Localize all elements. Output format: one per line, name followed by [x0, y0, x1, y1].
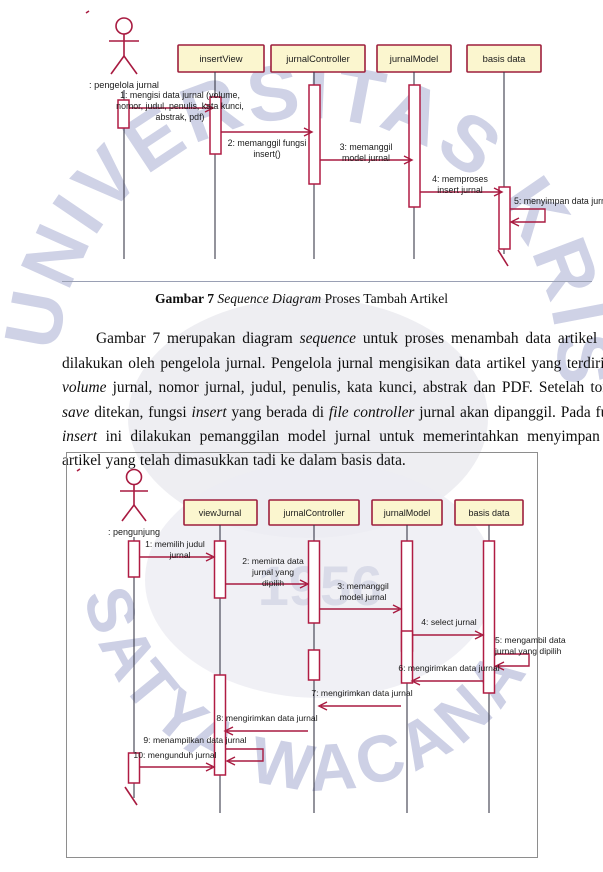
message-4: 4: memproses insert jurnal — [420, 174, 504, 197]
message-label-line2: model jurnal — [342, 153, 390, 163]
message-label-line2: jurnal yang — [251, 567, 294, 577]
message-label-line1: 6: mengirimkan data jurnal — [398, 663, 499, 673]
participant-jurnalModel: jurnalModel — [371, 499, 443, 526]
participant-insertView: insertView — [177, 44, 265, 73]
message-label-line1: 7: mengirimkan data jurnal — [311, 688, 412, 698]
message-label-line2: insert() — [253, 149, 280, 159]
message-label-line1: 2: memanggil fungsi — [228, 138, 307, 148]
message-label-line2: jurnal — [168, 550, 190, 560]
message-2: 2: memanggil fungsi insert() — [221, 127, 314, 159]
message-8: 8: mengirimkan data jurnal — [216, 713, 318, 736]
message-3: 3: memanggil model jurnal — [319, 581, 403, 614]
activation-jurnalModel-2 — [400, 630, 414, 684]
message-4: 4: select jurnal — [412, 617, 485, 640]
message-5: 5: menyimpan data jurnal — [509, 196, 603, 227]
paragraph-segment-0: Gambar 7 merupakan diagram — [96, 330, 300, 348]
page-content: : pengelola jurnal insertView jurnalCont… — [0, 0, 603, 872]
actor-label: : pengunjung — [108, 527, 160, 537]
participant-basis-data: basis data — [466, 44, 542, 73]
message-label-line1: 2: meminta data — [242, 556, 304, 566]
message-label-line1: 4: memproses — [432, 174, 488, 184]
message-5: 5: mengambil data jurnal yang dipilih — [494, 635, 566, 671]
message-label-line1: 1: mengisi data jurnal (volume, — [120, 90, 240, 100]
message-1: 1: memilih judul jurnal — [139, 539, 216, 562]
message-label-line1: 9: menampilkan data jurnal — [143, 735, 246, 745]
paragraph-segment-9: file controller — [328, 403, 415, 421]
figure7-sequence-diagram: : pengelola jurnal insertView jurnalCont… — [85, 10, 603, 267]
activation-jurnalController — [308, 84, 321, 185]
lifeline-terminator — [124, 786, 138, 806]
message-2: 2: meminta data jurnal yang dipilih — [225, 556, 310, 589]
participant-jurnalController: jurnalController — [270, 44, 366, 73]
activation-viewJurnal-1 — [213, 540, 227, 599]
actor-pengelola-jurnal: : pengelola jurnal — [85, 10, 159, 90]
message-label-line1: 10: mengunduh jurnal — [133, 750, 216, 760]
paragraph-segment-11: insert — [62, 428, 98, 446]
paragraph-segment-3: volume — [62, 379, 107, 397]
figure8-sequence-diagram: : pengunjung viewJurnal jurnalController… — [76, 468, 566, 813]
paragraph-segment-6: ditekan, fungsi — [89, 403, 192, 421]
activation-jurnalController-2 — [307, 649, 321, 681]
message-1: 1: mengisi data jurnal (volume, nomor, j… — [116, 90, 244, 122]
participant-jurnalController: jurnalController — [268, 499, 360, 526]
paragraph-segment-5: save — [62, 403, 90, 421]
participant-label: basis data — [468, 508, 509, 518]
message-label-line2: insert jurnal — [437, 185, 483, 195]
message-label-line2: model jurnal — [340, 592, 387, 602]
message-3: 3: memanggil model jurnal — [320, 142, 414, 165]
participant-viewJurnal: viewJurnal — [183, 499, 258, 526]
participant-label: jurnalModel — [389, 53, 438, 64]
figure8-frame: : pengunjung viewJurnal jurnalController… — [66, 452, 566, 858]
message-label-line1: 4: select jurnal — [421, 617, 477, 627]
paragraph-segment-8: yang berada di — [226, 403, 329, 421]
participant-jurnalModel: jurnalModel — [376, 44, 452, 73]
paragraph-segment-1: sequence — [299, 330, 356, 348]
message-label-line1: 8: mengirimkan data jurnal — [216, 713, 317, 723]
message-label-line1: 3: memanggil — [337, 581, 389, 591]
participant-label: jurnalController — [285, 53, 350, 64]
caption-italic: Sequence Diagram — [217, 291, 322, 306]
paragraph-segment-4: jurnal, nomor jurnal, judul, penulis, ka… — [106, 379, 603, 397]
activation-jurnalController-1 — [307, 540, 321, 624]
actor-pengunjung: : pengunjung — [76, 468, 160, 537]
participant-label: insertView — [199, 53, 242, 64]
activation-jurnalModel — [408, 84, 421, 208]
activation-viewJurnal-2 — [213, 674, 227, 776]
participant-label: jurnalController — [282, 508, 344, 518]
participant-basis-data: basis data — [454, 499, 524, 526]
figure7-bottom-rule — [62, 281, 592, 282]
figure7-caption: Gambar 7 Sequence Diagram Proses Tambah … — [0, 290, 603, 308]
message-label-line1: 1: memilih judul — [145, 539, 205, 549]
message-label-line1: 5: menyimpan data jurnal — [514, 196, 603, 206]
lifeline-terminator — [497, 249, 509, 267]
caption-prefix: Gambar 7 — [154, 291, 214, 306]
message-label-line2: nomor, judul, penulis, kata kunci, — [116, 101, 244, 111]
paragraph-segment-7: insert — [191, 403, 227, 421]
message-label-line2: jurnal yang dipilih — [494, 646, 562, 656]
message-label-line3: abstrak, pdf) — [156, 112, 205, 122]
paragraph-segment-10: jurnal akan dipanggil. Pada fungsi — [419, 403, 603, 421]
activation-basis-data — [498, 186, 511, 250]
caption-suffix: Proses Tambah Artikel — [324, 291, 449, 306]
message-10: 10: mengunduh jurnal — [133, 750, 217, 772]
actor-label: : pengelola jurnal — [89, 80, 159, 90]
participant-label: basis data — [483, 53, 527, 64]
message-7: 7: mengirimkan data jurnal — [311, 688, 413, 711]
participant-label: jurnalModel — [383, 508, 431, 518]
activation-actor-1 — [127, 540, 141, 578]
message-label-line3: dipilih — [262, 578, 284, 588]
message-label-line1: 3: memanggil — [340, 142, 393, 152]
participant-label: viewJurnal — [199, 508, 242, 518]
message-label-line1: 5: mengambil data — [495, 635, 566, 645]
